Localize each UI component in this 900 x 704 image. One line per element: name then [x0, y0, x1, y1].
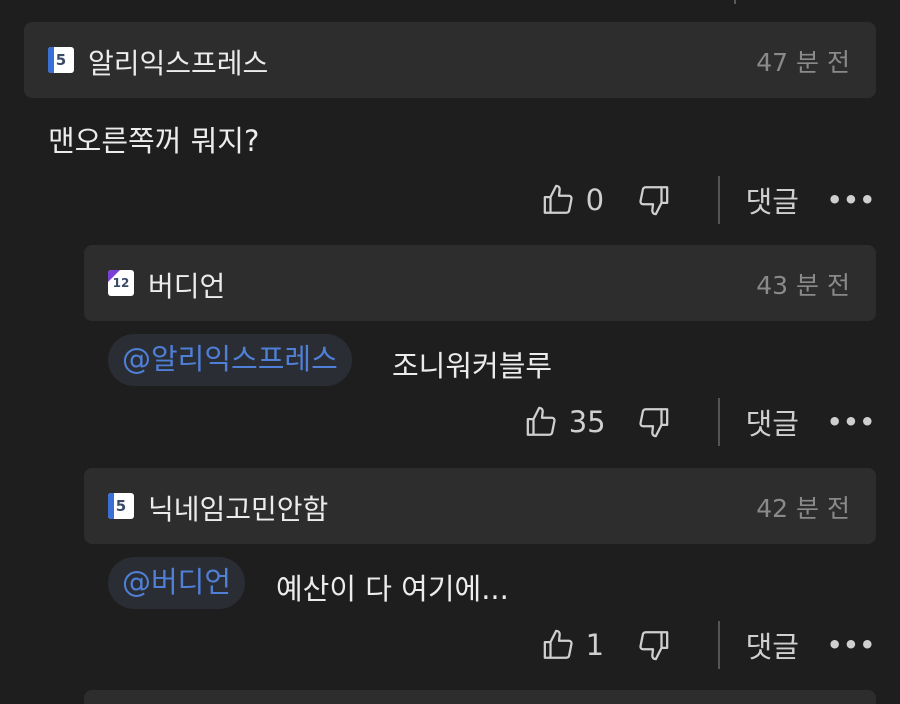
timestamp: 42 분 전	[756, 494, 850, 523]
reply-button[interactable]: 댓글	[746, 179, 799, 221]
more-options-icon[interactable]: •••	[827, 408, 876, 436]
like-button[interactable]: 35	[525, 405, 606, 439]
dislike-button[interactable]	[636, 628, 670, 662]
comment-header	[84, 690, 876, 704]
like-count: 35	[568, 405, 606, 439]
dislike-button[interactable]	[636, 183, 670, 217]
username[interactable]: 닉네임고민안함	[148, 488, 328, 528]
comment-text: 맨오른쪽꺼 뭐지?	[48, 124, 260, 158]
reply-button[interactable]: 댓글	[746, 624, 799, 666]
divider	[717, 398, 720, 446]
like-count: 0	[585, 183, 605, 217]
more-options-icon[interactable]: •••	[827, 631, 876, 659]
thumbs-up-icon	[543, 184, 573, 214]
like-button[interactable]: 0	[542, 183, 606, 217]
comment-actions: 35 댓글 •••	[525, 398, 876, 446]
mention-tag[interactable]: @버디언	[108, 557, 246, 609]
comment-actions: 0 댓글 •••	[542, 176, 876, 224]
divider	[717, 176, 720, 224]
comment-header: 5 알리익스프레스 47 분 전	[24, 22, 876, 98]
timestamp: 43 분 전	[756, 271, 850, 300]
comment-thread: 5 알리익스프레스 47 분 전 맨오른쪽꺼 뭐지? 0 댓글 ••• 12 버…	[0, 0, 900, 704]
mention-tag[interactable]: @알리익스프레스	[108, 334, 352, 386]
comment-actions: 1 댓글 •••	[542, 621, 876, 669]
like-button[interactable]: 1	[542, 628, 606, 662]
comment-header: 12 버디언 43 분 전	[84, 245, 876, 321]
divider	[734, 0, 736, 4]
more-options-icon[interactable]: •••	[827, 186, 876, 214]
username[interactable]: 알리익스프레스	[88, 42, 268, 82]
thumbs-up-icon	[526, 406, 556, 436]
thumbs-down-icon	[638, 186, 668, 216]
level-badge: 5	[48, 47, 74, 73]
timestamp: 47 분 전	[756, 48, 850, 77]
comment-header: 5 닉네임고민안함 42 분 전	[84, 468, 876, 544]
level-badge: 12	[108, 270, 134, 296]
level-badge: 5	[108, 493, 134, 519]
reply-button[interactable]: 댓글	[746, 401, 799, 443]
dislike-button[interactable]	[636, 405, 670, 439]
comment-text: 예산이 다 여기에...	[276, 572, 509, 606]
thumbs-up-icon	[543, 629, 573, 659]
like-count: 1	[585, 628, 605, 662]
thumbs-down-icon	[638, 408, 668, 438]
username[interactable]: 버디언	[148, 265, 225, 305]
divider	[717, 621, 720, 669]
comment-text: 조니워커블루	[392, 349, 553, 383]
thumbs-down-icon	[638, 631, 668, 661]
